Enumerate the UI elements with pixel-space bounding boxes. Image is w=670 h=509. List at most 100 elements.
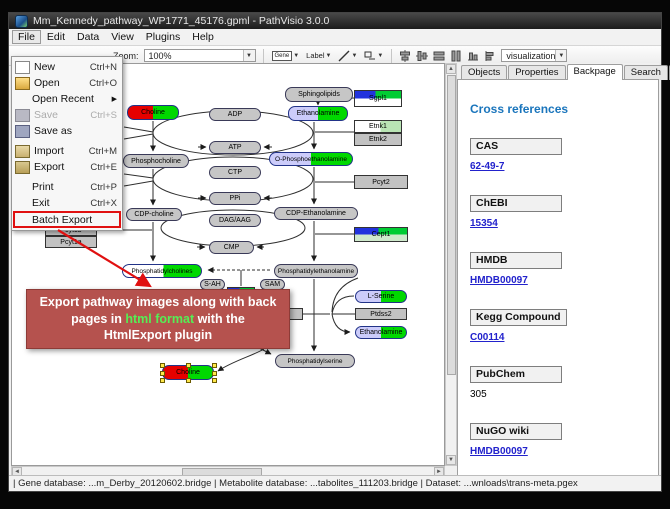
side-panel: ObjectsPropertiesBackpageSearchLegend Cr… — [457, 63, 659, 478]
window-title: Mm_Kennedy_pathway_WP1771_45176.gpml - P… — [33, 15, 329, 27]
cross-references-heading: Cross references — [470, 102, 658, 116]
xref-link[interactable]: C00114 — [470, 332, 504, 343]
selection-handle[interactable] — [212, 363, 217, 368]
menu-data[interactable]: Data — [71, 30, 105, 44]
chevron-down-icon[interactable]: ▼ — [293, 53, 299, 59]
submenu-arrow-icon: ▶ — [112, 95, 117, 103]
node-label: O-Phosphoethanolamine — [275, 156, 347, 163]
xref-section-pubchem: PubChem305 — [470, 364, 658, 400]
tab-search[interactable]: Search — [624, 65, 668, 80]
pathway-node-cept1[interactable]: Cept1 — [354, 227, 408, 242]
node-label: Phosphatidylcholines — [131, 268, 192, 275]
chevron-down-icon[interactable]: ▼ — [326, 53, 332, 59]
pathway-node-phosphatidylethanolamine[interactable]: Phosphatidylethanolamine — [274, 264, 358, 278]
file-menu-item-save-as[interactable]: Save as — [13, 123, 121, 139]
status-bar: | Gene database: ...m_Derby_20120602.bri… — [9, 475, 661, 491]
chevron-down-icon[interactable]: ▼ — [243, 50, 255, 61]
pathway-node-cdp-ethanolamine[interactable]: CDP-Ethanolamine — [274, 207, 358, 220]
file-menu-item-open[interactable]: OpenCtrl+O — [13, 75, 121, 91]
selection-handle[interactable] — [212, 371, 217, 376]
common-width-icon[interactable] — [450, 50, 462, 62]
line-tool-button[interactable]: ▼ — [337, 49, 358, 63]
pathway-node-etnk2[interactable]: Etnk2 — [354, 133, 402, 146]
file-menu-item-open-recent[interactable]: Open Recent▶ — [13, 91, 121, 107]
pathway-node-dag-aag[interactable]: DAG/AAG — [209, 214, 261, 227]
canvas-vertical-scrollbar[interactable]: ▲ ▼ — [445, 63, 457, 466]
selection-handle[interactable] — [160, 378, 165, 383]
selection-handle[interactable] — [186, 378, 191, 383]
pathway-node-etnk1[interactable]: Etnk1 — [354, 120, 402, 133]
app-window: Mm_Kennedy_pathway_WP1771_45176.gpml - P… — [8, 12, 662, 492]
pathway-node-pcyt1a[interactable]: Pcyt1a — [45, 236, 97, 248]
node-label: Pcyt1a — [60, 239, 81, 246]
label-tool-button[interactable]: Label ▼ — [305, 50, 332, 61]
shape-tool-button[interactable]: ▼ — [363, 49, 384, 63]
node-label: Choline — [176, 369, 200, 376]
chevron-down-icon[interactable]: ▼ — [555, 50, 566, 61]
scroll-up-icon[interactable]: ▲ — [446, 64, 456, 74]
tab-properties[interactable]: Properties — [508, 65, 565, 80]
selection-handle[interactable] — [212, 378, 217, 383]
pathway-node-cmp[interactable]: CMP — [209, 241, 254, 254]
file-menu-item-print[interactable]: PrintCtrl+P — [13, 179, 121, 195]
file-menu-item-export[interactable]: ExportCtrl+E — [13, 159, 121, 175]
node-label: Choline — [141, 109, 165, 116]
selection-handle[interactable] — [160, 363, 165, 368]
tab-objects[interactable]: Objects — [461, 65, 507, 80]
tab-backpage[interactable]: Backpage — [567, 64, 623, 80]
datanode-tool-button[interactable]: Gene ▼ — [271, 50, 301, 62]
pathway-node-ctp[interactable]: CTP — [209, 166, 261, 179]
saveas-icon — [15, 125, 30, 138]
pathway-node-ethanolamine-top[interactable]: Ethanolamine — [288, 106, 348, 121]
pathway-node-o-phosphoethanolamine[interactable]: O-Phosphoethanolamine — [269, 152, 353, 166]
align-left-icon[interactable] — [484, 50, 496, 62]
selection-handle[interactable] — [160, 371, 165, 376]
common-height-icon[interactable] — [433, 50, 445, 62]
menu-view[interactable]: View — [105, 30, 140, 44]
selection-handle[interactable] — [186, 363, 191, 368]
pathway-node-ptdss2[interactable]: Ptdss2 — [355, 308, 407, 320]
node-label: Etnk2 — [369, 136, 387, 143]
node-label: CTP — [228, 169, 242, 176]
xref-link[interactable]: 15354 — [470, 218, 498, 229]
file-menu-item-save[interactable]: SaveCtrl+S — [13, 107, 121, 123]
pathway-node-pcyt2[interactable]: Pcyt2 — [354, 175, 408, 189]
zoom-combobox[interactable]: 100% ▼ — [144, 49, 256, 62]
menu-edit[interactable]: Edit — [41, 30, 71, 44]
pathway-node-phosphatidylserine[interactable]: Phosphatidylserine — [275, 354, 355, 368]
pathway-node-sgpl1[interactable]: Sgpl1 — [354, 90, 402, 107]
pathway-node-atp[interactable]: ATP — [209, 141, 261, 154]
menu-plugins[interactable]: Plugins — [140, 30, 186, 44]
pathway-node-choline-top[interactable]: Choline — [127, 105, 179, 120]
vertical-scroll-thumb[interactable] — [447, 75, 456, 375]
menu-help[interactable]: Help — [186, 30, 220, 44]
pathway-node-phosphocholine[interactable]: Phosphocholine — [123, 154, 189, 168]
menu-file[interactable]: File — [12, 30, 41, 44]
pathway-node-ethanolamine-bottom[interactable]: Ethanolamine — [355, 326, 407, 339]
xref-link[interactable]: HMDB00097 — [470, 446, 528, 457]
pathway-node-phosphatidylcholines[interactable]: Phosphatidylcholines — [122, 264, 202, 278]
visualization-combobox[interactable]: visualization ▼ — [501, 49, 567, 62]
pathway-node-choline-selected[interactable]: Choline — [162, 365, 214, 380]
chevron-down-icon[interactable]: ▼ — [377, 53, 383, 59]
pathway-node-adp[interactable]: ADP — [209, 108, 261, 121]
xref-link[interactable]: 62-49-7 — [470, 161, 504, 172]
file-menu-item-exit[interactable]: ExitCtrl+X — [13, 195, 121, 211]
file-menu-dropdown: NewCtrl+NOpenCtrl+OOpen Recent▶SaveCtrl+… — [11, 56, 123, 231]
file-menu-item-batch-export[interactable]: Batch Export — [13, 211, 121, 228]
pathway-node-l-serine[interactable]: L-Serine — [355, 290, 407, 303]
pathway-node-cdp-choline[interactable]: CDP-choline — [126, 208, 182, 221]
node-label: ADP — [228, 111, 242, 118]
align-vertical-center-icon[interactable] — [399, 50, 411, 62]
align-horizontal-center-icon[interactable] — [416, 50, 428, 62]
pathway-node-ppi[interactable]: PPi — [209, 192, 261, 205]
file-menu-item-new[interactable]: NewCtrl+N — [13, 59, 121, 75]
shape-tool-icon — [364, 50, 376, 62]
scroll-down-icon[interactable]: ▼ — [446, 455, 456, 465]
pathway-node-sphingolipids[interactable]: Sphingolipids — [285, 87, 353, 102]
align-bottom-icon[interactable] — [467, 50, 479, 62]
file-menu-item-import[interactable]: ImportCtrl+M — [13, 143, 121, 159]
chevron-down-icon[interactable]: ▼ — [351, 53, 357, 59]
xref-value: 305 — [470, 389, 487, 400]
xref-link[interactable]: HMDB00097 — [470, 275, 528, 286]
